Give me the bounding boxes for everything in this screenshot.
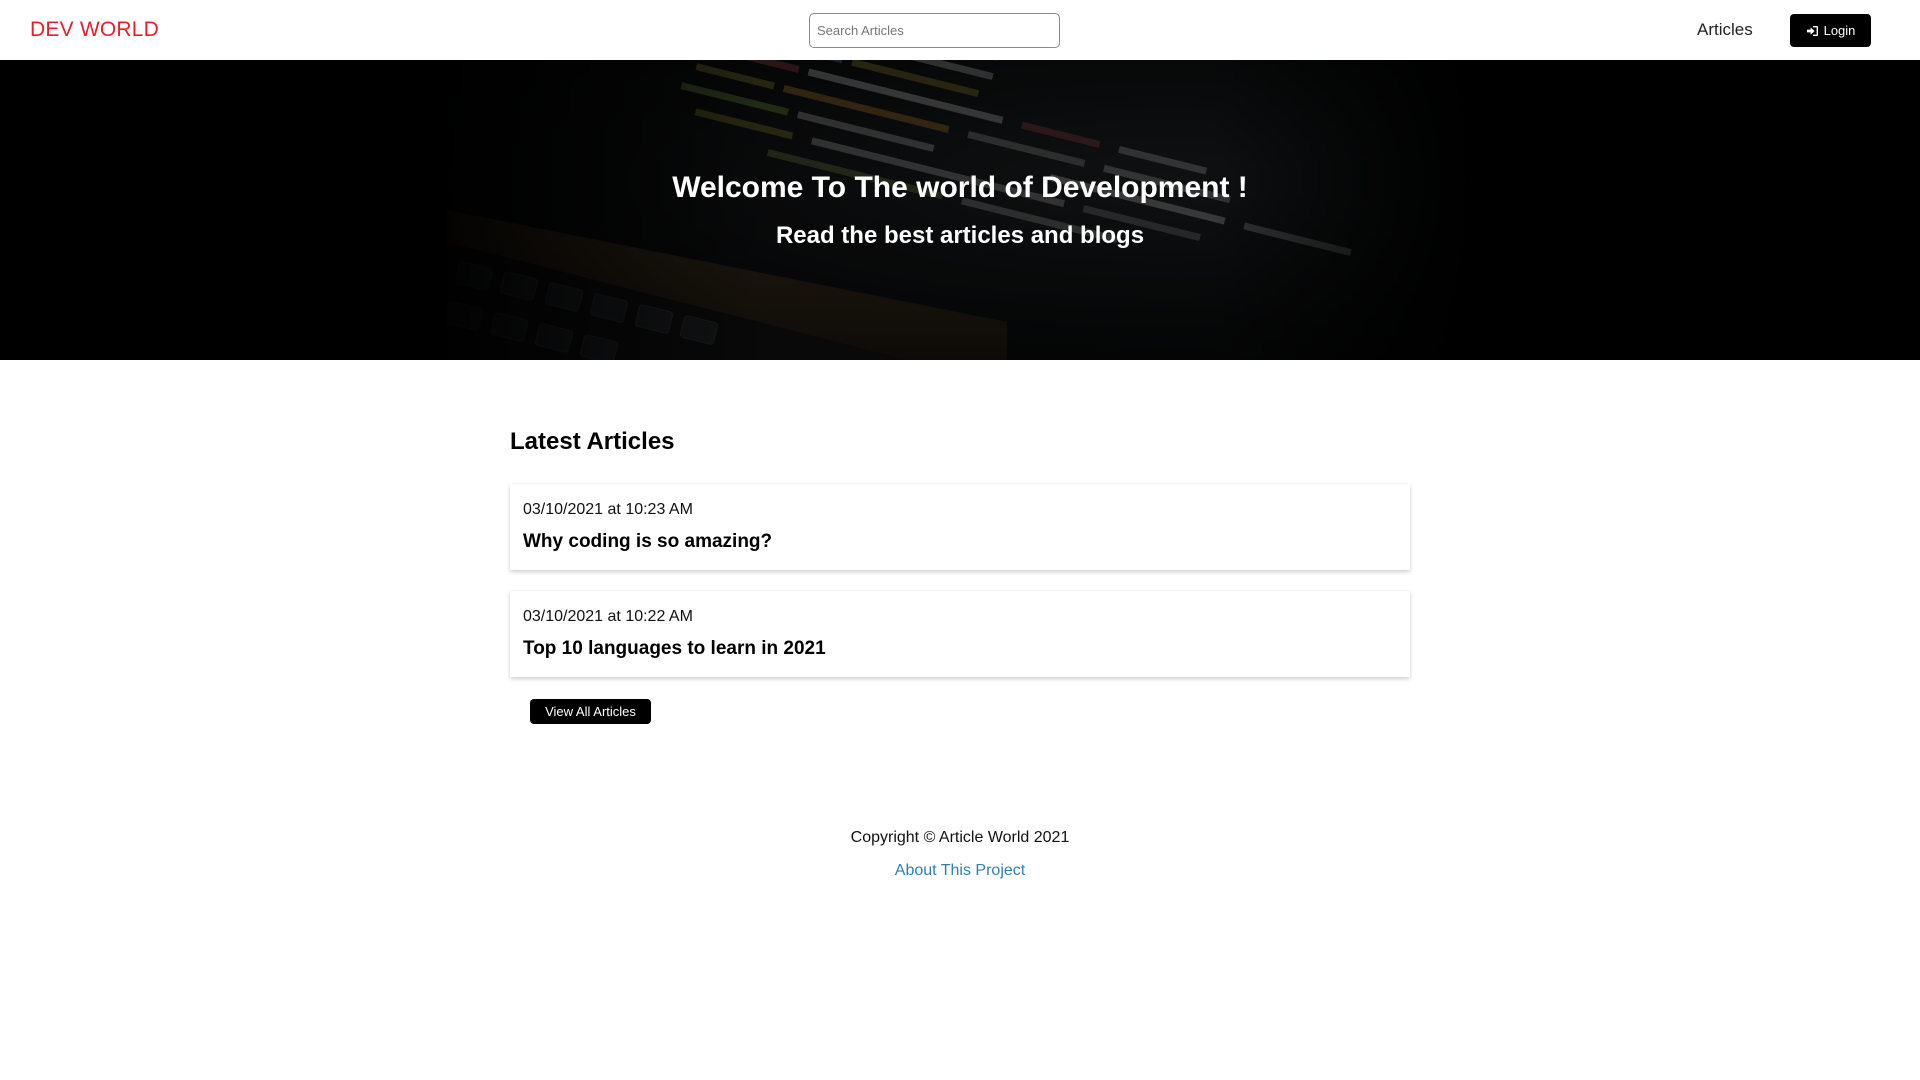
- view-all-articles-button[interactable]: View All Articles: [530, 699, 651, 724]
- navbar: DEV WORLD Articles Login: [0, 0, 1920, 60]
- login-button[interactable]: Login: [1790, 14, 1871, 47]
- nav-articles-link[interactable]: Articles: [1697, 20, 1753, 40]
- article-date: 03/10/2021 at 10:22 AM: [523, 608, 693, 625]
- section-title: Latest Articles: [510, 428, 675, 455]
- hero-subtitle: Read the best articles and blogs: [775, 222, 1145, 249]
- hero-background-image: [447, 60, 1473, 360]
- hero-title: Welcome To The world of Development !: [672, 171, 1248, 204]
- brand-logo[interactable]: DEV WORLD: [30, 17, 159, 43]
- about-project-link[interactable]: About This Project: [895, 862, 1025, 879]
- about-link-wrapper: About This Project: [0, 862, 1920, 880]
- copyright-text: Copyright © Article World 2021: [850, 829, 1070, 846]
- article-title[interactable]: Top 10 languages to learn in 2021: [523, 638, 826, 660]
- search-input[interactable]: [809, 13, 1060, 48]
- article-card[interactable]: 03/10/2021 at 10:22 AM Top 10 languages …: [510, 591, 1410, 677]
- login-label: Login: [1823, 23, 1856, 38]
- sign-in-icon: [1806, 25, 1819, 37]
- hero-banner: Welcome To The world of Development ! Re…: [0, 60, 1920, 360]
- article-date: 03/10/2021 at 10:23 AM: [523, 501, 693, 518]
- article-card[interactable]: 03/10/2021 at 10:23 AM Why coding is so …: [510, 484, 1410, 570]
- article-title[interactable]: Why coding is so amazing?: [523, 531, 772, 553]
